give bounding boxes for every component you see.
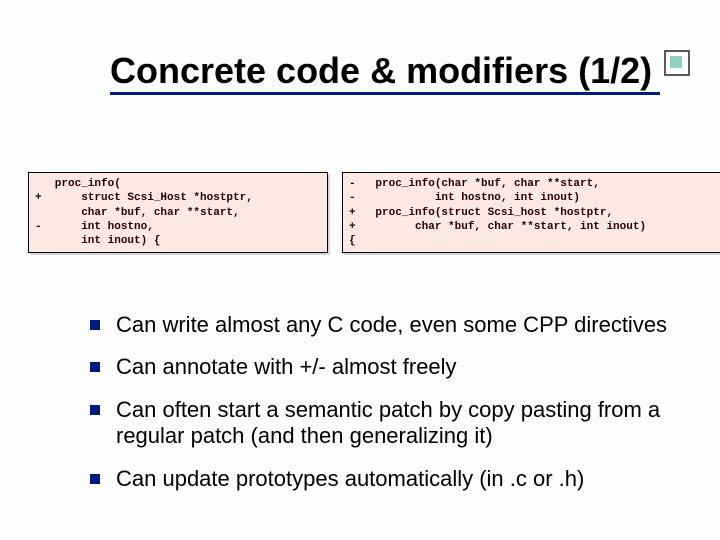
bullet-list: Can write almost any C code, even some C… — [50, 312, 690, 508]
bullet-item: Can write almost any C code, even some C… — [90, 312, 690, 338]
bullet-item: Can often start a semantic patch by copy… — [90, 397, 690, 450]
slide-decoration-square — [664, 50, 690, 76]
code-block-right: - proc_info(char *buf, char **start, - i… — [342, 172, 720, 253]
code-block-left: proc_info( + struct Scsi_Host *hostptr, … — [28, 172, 328, 253]
slide-title: Concrete code & modifiers (1/2) — [110, 50, 660, 95]
code-examples-row: proc_info( + struct Scsi_Host *hostptr, … — [28, 172, 720, 253]
bullet-item: Can annotate with +/- almost freely — [90, 354, 690, 380]
bullet-item: Can update prototypes automatically (in … — [90, 466, 690, 492]
